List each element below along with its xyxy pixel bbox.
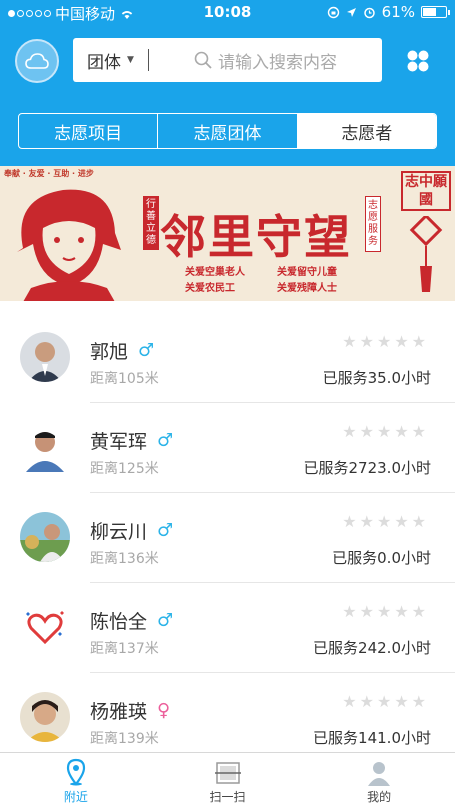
- volunteer-name: 陈怡全: [90, 611, 148, 633]
- battery-percent: 61%: [381, 3, 415, 21]
- list-item[interactable]: 柳云川 ♂ 距离136米 ★★★★★ 已服务0.0小时: [0, 493, 455, 583]
- service-hours: 已服务141.0小时: [313, 729, 431, 747]
- menu-grid-icon[interactable]: [406, 49, 430, 73]
- banner-lines: 关爱空巢老人 关爱留守儿童 关爱农民工 关爱残障人士: [185, 265, 369, 297]
- female-icon: ♀: [157, 700, 171, 721]
- avatar: [20, 602, 70, 652]
- rating-stars: ★★★★★: [342, 692, 429, 711]
- service-hours: 已服务2723.0小时: [303, 459, 432, 477]
- search-bar: 团体 ▼ 请输入搜索内容: [73, 38, 382, 82]
- search-type-label: 团体: [87, 52, 122, 73]
- male-icon: ♂: [138, 340, 155, 361]
- volunteer-name: 郭旭: [90, 341, 129, 363]
- volunteer-name: 柳云川: [90, 521, 148, 543]
- tab-mine[interactable]: 我的: [303, 753, 455, 811]
- location-arrow-icon: [346, 7, 356, 17]
- distance-label: 距离139米: [90, 731, 159, 747]
- search-placeholder: 请输入搜索内容: [218, 52, 337, 73]
- header: 中国移动 10:08 61% 团体 ▼ 请输入搜索内容 志愿项目 志愿团体 志愿: [0, 0, 455, 166]
- tab-label: 附近: [63, 790, 88, 804]
- cloud-logo-button[interactable]: [15, 39, 59, 83]
- tab-nearby[interactable]: 附近: [0, 753, 152, 811]
- male-icon: ♂: [157, 610, 174, 631]
- portrait-illustration: [17, 189, 121, 301]
- avatar: [20, 332, 70, 382]
- avatar: [20, 692, 70, 742]
- distance-label: 距离125米: [90, 461, 159, 477]
- tab-label: 扫一扫: [209, 790, 246, 804]
- volunteer-name: 黄军珲: [90, 431, 148, 453]
- male-icon: ♂: [157, 430, 174, 451]
- list-item[interactable]: 杨雅瑛 ♀ 距离139米 ★★★★★ 已服务141.0小时: [0, 673, 455, 763]
- bottom-tab-bar: 附近 扫一扫 我的: [0, 752, 455, 811]
- service-hours: 已服务35.0小时: [322, 369, 431, 387]
- list-item[interactable]: 陈怡全 ♂ 距离137米 ★★★★★ 已服务242.0小时: [0, 583, 455, 673]
- search-type-select[interactable]: 团体 ▼: [73, 49, 149, 73]
- avatar: [20, 512, 70, 562]
- banner-stamp: 志中願國: [401, 171, 451, 211]
- avatar: [20, 422, 70, 472]
- rotation-lock-icon: [327, 6, 339, 18]
- chinese-knot-icon: [409, 216, 443, 292]
- tab-label: 我的: [367, 790, 392, 804]
- banner-side-right: 志愿服务: [365, 196, 381, 252]
- banner-line: 关爱空巢老人: [185, 267, 245, 278]
- rating-stars: ★★★★★: [342, 422, 429, 441]
- rating-stars: ★★★★★: [342, 512, 429, 531]
- user-icon: [368, 762, 391, 786]
- segment-tabs: 志愿项目 志愿团体 志愿者: [18, 113, 437, 149]
- distance-label: 距离105米: [90, 371, 159, 387]
- banner-line: 关爱残障人士: [277, 283, 337, 294]
- cloud-icon: [25, 53, 49, 69]
- banner-line: 关爱农民工: [185, 283, 235, 294]
- search-input[interactable]: 请输入搜索内容: [149, 48, 382, 73]
- rating-stars: ★★★★★: [342, 332, 429, 351]
- scan-icon: [214, 762, 241, 784]
- alarm-icon: [363, 7, 375, 18]
- banner-side-left: 行善立德: [143, 196, 159, 250]
- distance-label: 距离136米: [90, 551, 159, 567]
- volunteer-list: 郭旭 ♂ 距离105米 ★★★★★ 已服务35.0小时 黄军珲 ♂ 距离125米 ★…: [0, 313, 455, 763]
- status-bar: 中国移动 10:08 61%: [0, 0, 455, 26]
- search-icon: [194, 51, 212, 69]
- tab-volunteer-groups[interactable]: 志愿团体: [158, 114, 298, 148]
- banner-line: 关爱留守儿童: [277, 267, 337, 278]
- tab-scan[interactable]: 扫一扫: [152, 753, 304, 811]
- distance-label: 距离137米: [90, 641, 159, 657]
- tab-volunteer-projects[interactable]: 志愿项目: [19, 114, 159, 148]
- rating-stars: ★★★★★: [342, 602, 429, 621]
- service-hours: 已服务242.0小时: [313, 639, 431, 657]
- service-hours: 已服务0.0小时: [332, 549, 431, 567]
- list-item[interactable]: 黄军珲 ♂ 距离125米 ★★★★★ 已服务2723.0小时: [0, 403, 455, 493]
- banner-title: 邻里守望: [160, 210, 352, 264]
- volunteer-name: 杨雅瑛: [90, 701, 148, 723]
- caret-down-icon: ▼: [127, 55, 134, 65]
- list-item[interactable]: 郭旭 ♂ 距离105米 ★★★★★ 已服务35.0小时: [0, 313, 455, 403]
- battery-icon: [421, 6, 450, 18]
- location-pin-icon: [66, 758, 85, 786]
- male-icon: ♂: [157, 520, 174, 541]
- banner[interactable]: 奉献 · 友爱 · 互助 · 进步 行善立德 邻里守望 志愿服务 关爱空巢老人关…: [0, 166, 455, 301]
- tab-volunteers[interactable]: 志愿者: [297, 114, 436, 148]
